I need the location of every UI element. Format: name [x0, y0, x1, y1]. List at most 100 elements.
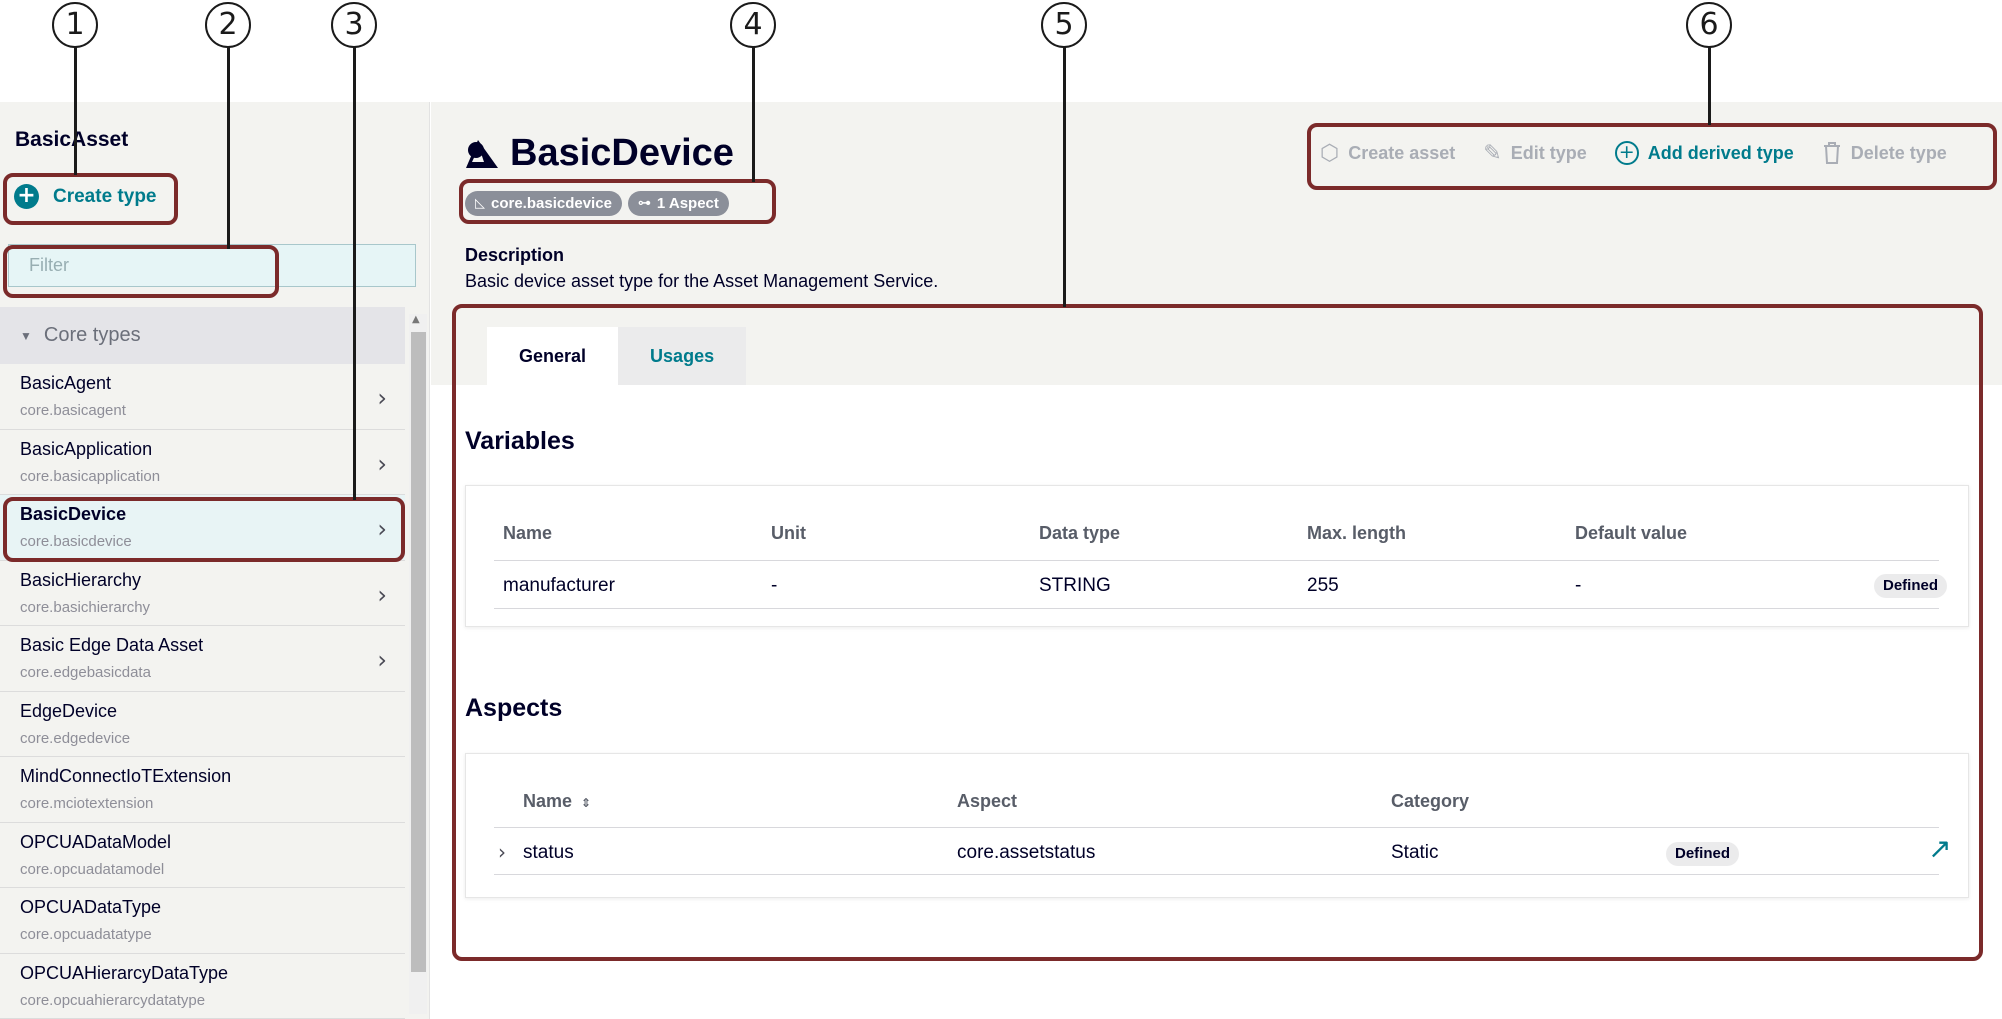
item-id: core.basicdevice — [20, 533, 132, 550]
item-id: core.opcuadatatype — [20, 926, 152, 943]
status-badge: Defined — [1874, 574, 1948, 598]
divider — [494, 608, 1939, 609]
add-derived-type-label: Add derived type — [1647, 142, 1794, 163]
item-name: OPCUADataModel — [20, 831, 172, 852]
var-name: manufacturer — [503, 575, 615, 596]
trash-icon — [1823, 142, 1840, 164]
type-chips: ◺ core.basicdevice ⊶ 1 Aspect — [465, 191, 729, 216]
callout-line-2 — [227, 47, 230, 249]
delete-type-label: Delete type — [1850, 142, 1947, 163]
sidebar-item-opcuahierarcydatatype[interactable]: OPCUAHierarcyDataType core.opcuahierarcy… — [0, 954, 405, 1019]
item-name: OPCUAHierarcyDataType — [20, 962, 229, 983]
action-bar: ⬡ Create asset ✎ Edit type + Add derived… — [1320, 132, 1947, 174]
create-asset-icon: ⬡ — [1320, 140, 1340, 166]
chevron-right-icon: › — [377, 515, 387, 543]
add-derived-type-button[interactable]: + Add derived type — [1614, 141, 1794, 165]
group-label: Core types — [43, 324, 141, 346]
sidebar-item-basic-edge-data-asset[interactable]: Basic Edge Data Asset core.edgebasicdata… — [0, 626, 405, 692]
aspects-card: Name ⇕ Aspect Category › status core.ass… — [465, 753, 1969, 898]
pencil-icon: ✎ — [1483, 140, 1502, 166]
item-name: OPCUADataType — [20, 897, 162, 917]
aspect-icon: ⊶ — [637, 196, 651, 211]
chevron-down-icon: ▼ — [20, 328, 32, 343]
divider — [494, 560, 1939, 561]
chevron-right-icon: › — [377, 384, 387, 412]
tab-usages[interactable]: Usages — [618, 327, 747, 385]
aspect-aspect: core.assetstatus — [957, 842, 1096, 863]
var-max-length: 255 — [1307, 575, 1339, 596]
item-name: BasicDevice — [20, 504, 127, 524]
create-asset-label: Create asset — [1348, 142, 1456, 163]
callout-3: 3 — [331, 2, 377, 48]
tab-bar: General Usages — [487, 327, 747, 385]
description-text: Basic device asset type for the Asset Ma… — [465, 271, 939, 291]
sidebar-item-basicdevice[interactable]: BasicDevice core.basicdevice › — [0, 495, 405, 561]
col-category: Category — [1391, 791, 1470, 811]
group-core-types[interactable]: ▼ Core types — [0, 307, 405, 364]
chip-id-label: core.basicdevice — [491, 195, 612, 212]
callout-6: 6 — [1686, 2, 1732, 48]
item-id: core.basicapplication — [20, 467, 161, 485]
sidebar-item-opcuadatatype[interactable]: OPCUADataType core.opcuadatatype — [0, 888, 405, 954]
item-id: core.opcuahierarcydatatype — [20, 991, 206, 1009]
item-name: BasicHierarchy — [20, 569, 142, 590]
chevron-right-icon: › — [377, 646, 387, 674]
page-title: BasicDevice — [510, 132, 734, 174]
create-type-button[interactable]: + Create type — [14, 184, 157, 209]
asset-manager-app: BasicAsset + Create type ▼ Core types Ba… — [0, 102, 2002, 1019]
chevron-right-icon[interactable]: › — [498, 840, 506, 864]
var-data-type: STRING — [1039, 575, 1111, 596]
col-unit: Unit — [771, 523, 806, 543]
sidebar-title: BasicAsset — [15, 128, 129, 151]
callout-2: 2 — [205, 2, 251, 48]
sidebar-item-basicagent[interactable]: BasicAgent core.basicagent › — [0, 364, 405, 430]
tab-general[interactable]: General — [487, 327, 619, 385]
edit-type-button[interactable]: ✎ Edit type — [1483, 141, 1586, 166]
sort-icon[interactable]: ⇕ — [581, 796, 591, 810]
delete-type-button[interactable]: Delete type — [1822, 141, 1947, 165]
scrollbar-thumb[interactable] — [411, 332, 426, 972]
item-id: core.basichierarchy — [20, 598, 151, 616]
col-name-label: Name — [523, 791, 573, 811]
item-id: core.mciotextension — [20, 795, 154, 812]
item-id: core.basicagent — [20, 402, 126, 419]
create-type-label: Create type — [53, 185, 157, 207]
aspect-count-chip: ⊶ 1 Aspect — [627, 191, 729, 216]
aspects-title: Aspects — [465, 694, 563, 722]
sidebar-item-opcuadatamodel[interactable]: OPCUADataModel core.opcuadatamodel — [0, 823, 405, 888]
col-name: Name — [503, 523, 553, 543]
asset-type-icon: ◺ — [475, 196, 485, 211]
item-name: BasicApplication — [20, 438, 153, 459]
callout-4: 4 — [730, 2, 776, 48]
var-default-value: - — [1575, 575, 1582, 596]
callout-line-4 — [752, 47, 755, 182]
sidebar-item-mindconnectiotextension[interactable]: MindConnectIoTExtension core.mciotextens… — [0, 757, 405, 823]
plus-circle-icon: + — [14, 184, 39, 209]
sidebar-item-edgedevice[interactable]: EdgeDevice core.edgedevice — [0, 692, 405, 757]
scroll-up-icon[interactable]: ▲ — [412, 314, 420, 325]
item-id: core.edgebasicdata — [20, 664, 151, 681]
divider — [494, 874, 1939, 875]
var-unit: - — [771, 575, 778, 596]
col-aspect: Aspect — [957, 791, 1018, 811]
col-data-type: Data type — [1039, 523, 1121, 543]
type-list: BasicAgent core.basicagent › BasicApplic… — [0, 364, 405, 1019]
item-name: BasicAgent — [20, 373, 112, 393]
external-link-icon[interactable]: ↗ — [1928, 832, 1951, 865]
item-name: MindConnectIoTExtension — [20, 766, 232, 786]
chevron-right-icon: › — [377, 449, 387, 478]
aspect-name: status — [523, 842, 574, 863]
asset-type-logo-icon — [466, 139, 498, 168]
variables-title: Variables — [465, 427, 575, 455]
item-name: Basic Edge Data Asset — [20, 635, 204, 655]
col-max-length: Max. length — [1307, 523, 1407, 543]
create-asset-button[interactable]: ⬡ Create asset — [1320, 141, 1455, 166]
callout-line-6 — [1708, 47, 1711, 125]
col-name: Name ⇕ — [523, 791, 591, 812]
callout-line-5 — [1063, 47, 1066, 307]
aspect-category: Static — [1391, 842, 1439, 863]
sidebar-item-basicapplication[interactable]: BasicApplication core.basicapplication › — [0, 430, 405, 495]
callout-line-3 — [353, 47, 356, 500]
item-id: core.opcuadatamodel — [20, 860, 165, 878]
sidebar-item-basichierarchy[interactable]: BasicHierarchy core.basichierarchy › — [0, 561, 405, 626]
